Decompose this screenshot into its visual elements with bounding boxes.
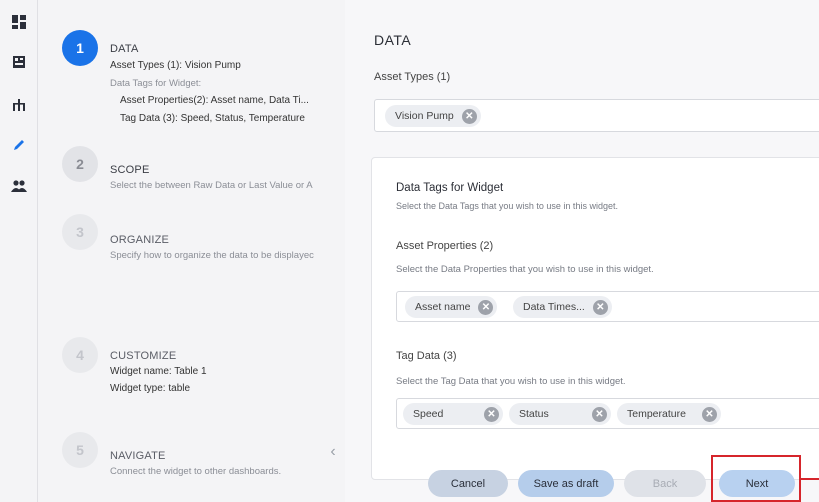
chip-label: Temperature (627, 408, 686, 420)
nav-rail (0, 0, 38, 502)
wizard-steps-panel: 1 DATA Asset Types (1): Vision Pump Data… (38, 0, 345, 502)
asset-property-chip: Asset name ✕ (405, 296, 498, 318)
tag-data-label: Tag Data (3) (396, 350, 457, 362)
book-icon[interactable] (9, 52, 29, 72)
remove-chip-icon[interactable]: ✕ (702, 406, 717, 422)
data-tags-title: Data Tags for Widget (396, 182, 504, 194)
step-number: 2 (62, 146, 98, 182)
users-icon[interactable] (9, 176, 29, 196)
remove-chip-icon[interactable]: ✕ (592, 406, 607, 422)
step-summary-tag-data: Tag Data (3): Speed, Status, Temperature (120, 113, 305, 124)
page-title: DATA (374, 32, 412, 48)
step-description: Connect the widget to other dashboards. (110, 466, 282, 477)
back-button[interactable]: Back (624, 470, 706, 497)
chip-label: Data Times... (523, 301, 585, 313)
remove-chip-icon[interactable]: ✕ (478, 299, 494, 315)
tag-data-field[interactable]: Speed ✕ Status ✕ Temperature ✕ (396, 398, 819, 429)
dashboard-icon[interactable] (9, 12, 29, 32)
step-description: Select the between Raw Data or Last Valu… (110, 180, 313, 191)
step-title: DATA (110, 43, 139, 55)
collapse-panel-chevron-icon[interactable]: ‹ (326, 443, 340, 461)
asset-type-chip: Vision Pump ✕ (385, 105, 481, 127)
save-as-draft-button[interactable]: Save as draft (518, 470, 614, 497)
next-button-highlight (711, 455, 801, 502)
tag-data-subtitle: Select the Tag Data that you wish to use… (396, 376, 626, 387)
remove-chip-icon[interactable]: ✕ (592, 299, 608, 315)
step-summary-widget-type: Widget type: table (110, 383, 191, 394)
asset-types-field[interactable]: Vision Pump ✕ (374, 99, 819, 132)
chip-label: Vision Pump (395, 110, 454, 122)
step-title: ORGANIZE (110, 234, 170, 246)
chip-label: Asset name (415, 301, 471, 313)
step-summary-asset-properties: Asset Properties(2): Asset name, Data Ti… (120, 95, 309, 106)
asset-properties-field[interactable]: Asset name ✕ Data Times... ✕ (396, 291, 819, 322)
step-title: NAVIGATE (110, 450, 166, 462)
tag-data-chip: Temperature ✕ (617, 403, 721, 425)
cancel-button[interactable]: Cancel (428, 470, 508, 497)
asset-properties-label: Asset Properties (2) (396, 240, 494, 252)
asset-properties-subtitle: Select the Data Properties that you wish… (396, 264, 654, 275)
tag-data-chip: Speed ✕ (403, 403, 503, 425)
step-number: 4 (62, 337, 98, 373)
tag-data-chip: Status ✕ (509, 403, 611, 425)
step-title: SCOPE (110, 164, 150, 176)
chip-label: Speed (413, 408, 444, 420)
asset-types-label: Asset Types (1) (374, 71, 451, 83)
step-summary-asset-types: Asset Types (1): Vision Pump (110, 60, 241, 71)
remove-chip-icon[interactable]: ✕ (484, 406, 499, 422)
data-tags-card: Data Tags for Widget Select the Data Tag… (371, 157, 819, 480)
step-title: CUSTOMIZE (110, 350, 177, 362)
step-description: Specify how to organize the data to be d… (110, 250, 314, 261)
step-number: 1 (62, 30, 98, 66)
step-summary-data-tags: Data Tags for Widget: (110, 78, 202, 89)
data-step-content: DATA Asset Types (1) Vision Pump ✕ Data … (345, 0, 819, 502)
data-tags-subtitle: Select the Data Tags that you wish to us… (396, 201, 618, 211)
hierarchy-icon[interactable] (9, 96, 29, 116)
pencil-icon[interactable] (9, 135, 29, 155)
remove-chip-icon[interactable]: ✕ (461, 108, 477, 124)
step-summary-widget-name: Widget name: Table 1 (110, 366, 207, 377)
highlight-pointer (801, 478, 819, 480)
asset-property-chip: Data Times... ✕ (513, 296, 612, 318)
step-number: 5 (62, 432, 98, 468)
step-number: 3 (62, 214, 98, 250)
chip-label: Status (519, 408, 549, 420)
